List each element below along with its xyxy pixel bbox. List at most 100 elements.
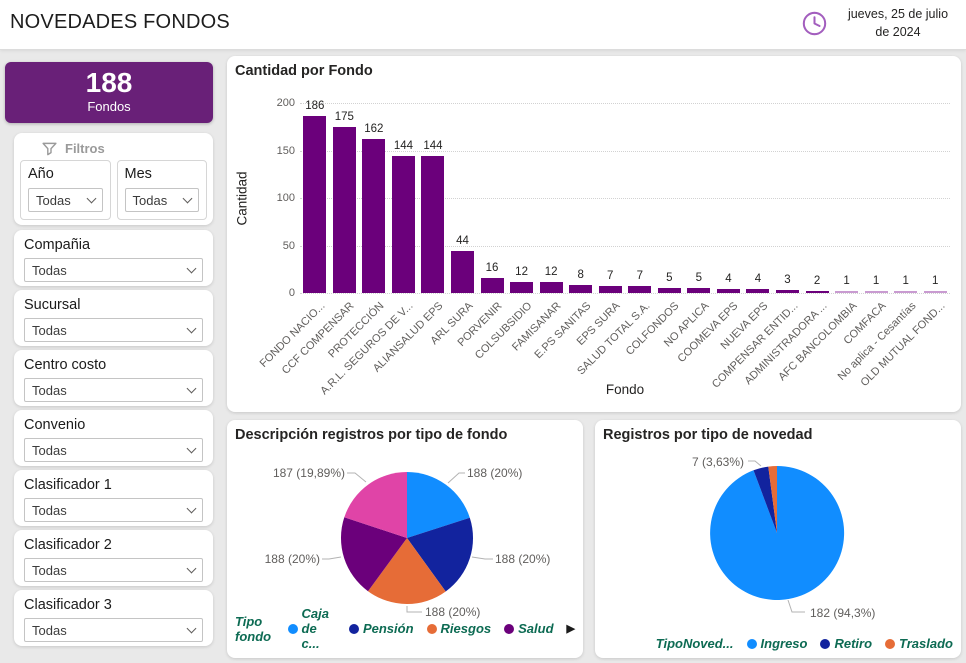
legend-label: Traslado: [899, 636, 953, 651]
pie-callout: 188 (20%): [467, 466, 523, 480]
page-title: NOVEDADES FONDOS: [10, 11, 230, 33]
bar[interactable]: [539, 282, 563, 293]
y-tick-label: 150: [276, 144, 295, 157]
bar[interactable]: [598, 286, 622, 293]
filter-card: Clasificador 3 Todas: [14, 590, 213, 646]
filter-card: Convenio Todas: [14, 410, 213, 466]
pie-tipo-fondo-card: Descripción registros por tipo de fondo …: [227, 420, 583, 658]
legend-item[interactable]: Pensión: [348, 621, 414, 636]
bar[interactable]: [923, 291, 947, 293]
filter-label: Clasificador 1: [24, 477, 112, 493]
filter-dropdown[interactable]: Todas: [24, 498, 203, 522]
pie-callout: 182 (94,3%): [810, 606, 876, 620]
filter-dropdown[interactable]: Todas: [24, 318, 203, 342]
bar[interactable]: [628, 286, 652, 293]
legend-label: Ingreso: [760, 636, 808, 651]
legend-item[interactable]: Retiro: [820, 636, 872, 651]
bar[interactable]: [480, 278, 504, 293]
pie-tipo-novedad-card: Registros por tipo de novedad 7 (3,63%) …: [595, 420, 961, 658]
bar[interactable]: [805, 291, 829, 293]
dropdown-value: Todas: [132, 192, 168, 208]
bar[interactable]: [362, 139, 386, 293]
filter-dropdown[interactable]: Todas: [24, 258, 203, 282]
pie-callout: 188 (20%): [495, 552, 551, 566]
bar-chart-title: Cantidad por Fondo: [235, 63, 373, 79]
kpi-value: 188: [85, 67, 133, 98]
filter-label: Centro costo: [24, 357, 107, 373]
bar-plot-area: 186 175 162 144 144 44 16 12 12 8 7 7 5 5 4 4 3 2 1 1 1 1: [300, 100, 950, 294]
bar-chart-card: Cantidad por Fondo Cantidad 186 175 162 144…: [227, 56, 961, 412]
filter-label: Compañia: [24, 237, 91, 253]
legend-label: Salud: [518, 621, 554, 636]
bar-value-label: 175: [334, 111, 354, 123]
bar[interactable]: [657, 288, 681, 293]
filter-label: Clasificador 2: [24, 537, 112, 553]
legend-dot-icon: [426, 623, 437, 634]
gridline: [300, 103, 950, 104]
bar[interactable]: [687, 288, 711, 293]
dropdown-value: Todas: [32, 382, 67, 398]
bar[interactable]: [451, 251, 474, 293]
bar[interactable]: [332, 127, 356, 293]
dropdown-value: Todas: [36, 192, 71, 208]
dropdown-value: Todas: [32, 622, 67, 638]
ano-dropdown[interactable]: Todas: [28, 188, 103, 212]
legend-label: Retiro: [834, 636, 873, 651]
legend-item[interactable]: Ingreso: [746, 636, 808, 651]
bar[interactable]: [391, 156, 415, 293]
dashboard: NOVEDADES FONDOS jueves, 25 de julio de …: [0, 0, 966, 663]
filter-dropdown[interactable]: Todas: [24, 558, 203, 582]
chevron-down-icon: [182, 193, 193, 203]
filter-dropdown[interactable]: Todas: [24, 378, 203, 402]
filter-label: Clasificador 3: [24, 597, 112, 613]
kpi-card-fondos: 188 Fondos: [5, 62, 213, 123]
filter-label: Convenio: [24, 417, 86, 433]
bar[interactable]: [894, 291, 918, 293]
filter-label: Año: [28, 166, 54, 182]
bar[interactable]: [421, 156, 445, 293]
dropdown-value: Todas: [32, 262, 67, 278]
filter-box-mes: Mes Todas: [116, 160, 207, 220]
chevron-down-icon: [186, 263, 197, 273]
chevron-down-icon: [186, 563, 197, 573]
mes-dropdown[interactable]: Todas: [124, 188, 199, 212]
dropdown-value: Todas: [32, 442, 67, 458]
bar[interactable]: [716, 289, 740, 293]
legend-label: Caja de c...: [301, 606, 330, 651]
filter-box-ano: Año Todas: [20, 160, 111, 220]
bar[interactable]: [303, 116, 327, 293]
legend-item[interactable]: Caja de c...: [287, 606, 336, 651]
filters-panel: Filtros Año Todas Mes Todas: [14, 133, 213, 225]
bar[interactable]: [776, 290, 799, 293]
legend-item[interactable]: Salud: [504, 621, 554, 636]
bar[interactable]: [569, 285, 593, 293]
legend-item[interactable]: Traslado: [885, 636, 953, 651]
y-tick-label: 0: [288, 287, 295, 299]
filters-title: Filtros: [65, 141, 105, 156]
legend-dot-icon: [885, 638, 896, 649]
pie-callout: 188 (20%): [264, 552, 320, 566]
bar-value-label: 144: [423, 140, 443, 152]
bar[interactable]: [510, 282, 534, 293]
pie-callout: 7 (3,63%): [691, 455, 744, 469]
pie-slice[interactable]: [710, 465, 845, 600]
y-tick-label: 50: [282, 239, 295, 252]
dropdown-value: Todas: [32, 562, 67, 578]
filter-card: Centro costo Todas: [14, 350, 213, 406]
legend-label: Pensión: [362, 621, 414, 636]
legend-next-icon[interactable]: ▶: [567, 622, 575, 635]
dropdown-value: Todas: [32, 502, 67, 518]
legend-title: TipoNoved...: [655, 636, 734, 651]
filter-dropdown[interactable]: Todas: [24, 438, 203, 462]
report-date: jueves, 25 de julio de 2024: [847, 7, 949, 40]
filter-dropdown[interactable]: Todas: [24, 618, 203, 642]
legend-item[interactable]: Riesgos: [426, 621, 491, 636]
chevron-down-icon: [86, 193, 96, 203]
filter-funnel-icon: [42, 142, 57, 155]
bar[interactable]: [835, 291, 859, 293]
y-axis-title: Cantidad: [234, 170, 250, 226]
pie-callout: 187 (19,89%): [272, 466, 345, 480]
bar[interactable]: [864, 291, 888, 293]
gridline: [300, 293, 950, 294]
bar[interactable]: [746, 289, 770, 293]
